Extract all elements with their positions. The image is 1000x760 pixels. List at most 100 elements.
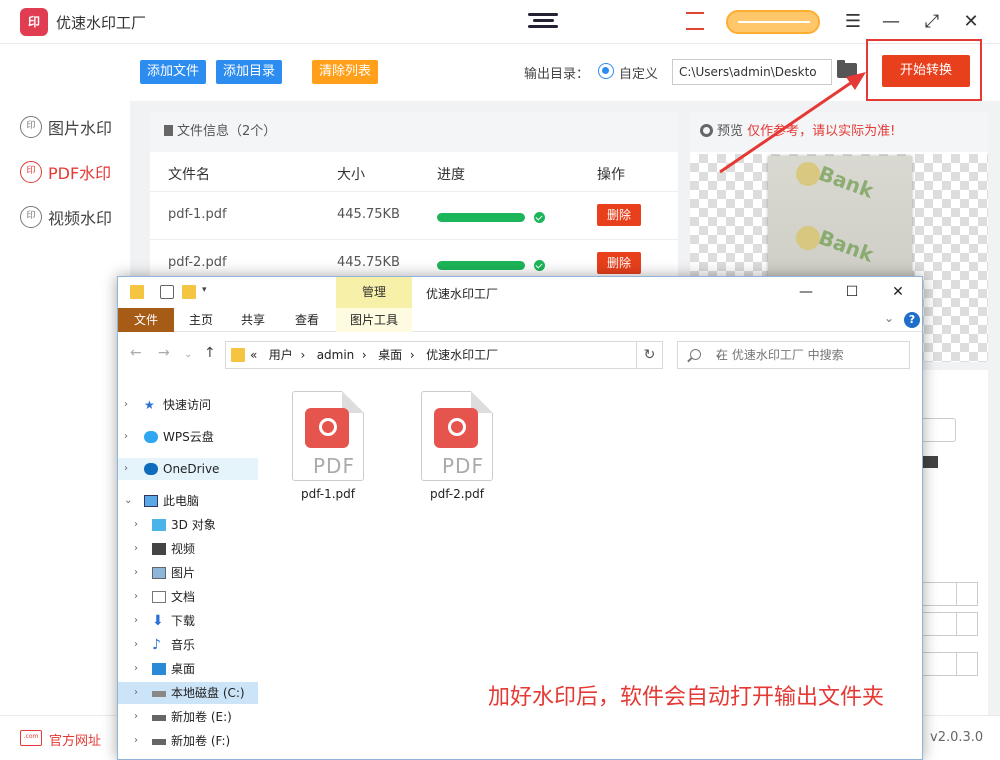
breadcrumb-users[interactable]: 用户 bbox=[269, 348, 293, 362]
nav-item-desktop[interactable]: › 桌面 bbox=[118, 658, 258, 680]
settings-select[interactable] bbox=[920, 418, 956, 442]
recent-chevron-icon[interactable]: ⌄ bbox=[184, 349, 192, 360]
custom-radio-label[interactable]: 自定义 bbox=[619, 63, 658, 82]
document-icon bbox=[164, 125, 173, 136]
drive-icon bbox=[152, 691, 166, 697]
tab-view[interactable]: 查看 bbox=[282, 308, 332, 332]
browse-folder-icon[interactable] bbox=[837, 60, 857, 78]
file-name: pdf-1.pdf bbox=[300, 487, 356, 501]
custom-radio[interactable] bbox=[598, 63, 614, 79]
start-convert-button[interactable]: 开始转换 bbox=[882, 55, 970, 87]
stamp-icon: 印 bbox=[20, 161, 42, 183]
nav-item-pictures[interactable]: › 图片 bbox=[118, 562, 258, 584]
watermark-mark: Bank bbox=[796, 225, 877, 267]
desktop-icon bbox=[152, 663, 166, 675]
navigation-pane: › ★ 快速访问 › WPS云盘 › OneDrive ⌄ 此电脑 › 3D 对象 › 视频 … bbox=[118, 381, 258, 759]
explorer-close-button[interactable]: ✕ bbox=[886, 281, 910, 303]
search-icon bbox=[690, 349, 701, 360]
music-icon: ♪ bbox=[152, 637, 161, 653]
pdf-file-icon: PDF bbox=[421, 391, 493, 481]
stamp-icon: 印 bbox=[20, 116, 42, 138]
search-input[interactable] bbox=[716, 342, 906, 368]
tab-manage[interactable]: 管理 bbox=[336, 277, 412, 308]
nav-item-drive-c[interactable]: › 本地磁盘 (C:) bbox=[118, 682, 258, 704]
add-file-button[interactable]: 添加文件 bbox=[140, 60, 207, 84]
nav-item-music[interactable]: › ♪ 音乐 bbox=[118, 634, 258, 656]
website-icon: .com bbox=[20, 730, 42, 746]
delete-button[interactable]: 删除 bbox=[597, 204, 641, 226]
file-name: pdf-2.pdf bbox=[429, 487, 485, 501]
explorer-minimize-button[interactable]: — bbox=[794, 281, 818, 303]
tab-home[interactable]: 主页 bbox=[176, 308, 226, 332]
output-dir-label: 输出目录： bbox=[524, 67, 590, 82]
chevron-down-icon[interactable]: ▾ bbox=[202, 285, 216, 299]
explorer-address-bar: ← → ⌄ ↑ « 用户 › admin › 桌面 › 优速水印工厂 ⌄ ↻ bbox=[118, 333, 922, 379]
nav-item-documents[interactable]: › 文档 bbox=[118, 586, 258, 608]
tab-share[interactable]: 共享 bbox=[228, 308, 278, 332]
video-icon bbox=[152, 543, 166, 555]
nav-item-this-pc[interactable]: ⌄ 此电脑 bbox=[118, 490, 258, 512]
file-item[interactable]: PDF pdf-2.pdf bbox=[401, 391, 501, 513]
expand-ribbon-icon[interactable]: ⌄ bbox=[884, 311, 894, 325]
breadcrumb-admin[interactable]: admin bbox=[317, 348, 355, 362]
breadcrumb-desktop[interactable]: 桌面 bbox=[378, 348, 402, 362]
file-name-cell: pdf-1.pdf bbox=[168, 207, 227, 222]
preview-warning: 仅作参考，请以实际为准! bbox=[747, 124, 896, 139]
nav-item-drive-e[interactable]: › 新加卷 (E:) bbox=[118, 706, 258, 728]
maximize-button[interactable]: ⤢ bbox=[920, 10, 944, 34]
folder-icon[interactable] bbox=[922, 456, 938, 468]
computer-icon bbox=[144, 495, 158, 507]
version-label: v2.0.3.0 bbox=[930, 730, 984, 745]
nav-item-drive-f[interactable]: › 新加卷 (F:) bbox=[118, 730, 258, 752]
new-folder-icon[interactable] bbox=[182, 285, 196, 299]
file-size-cell: 445.75KB bbox=[337, 207, 400, 222]
forward-arrow-icon[interactable]: → bbox=[158, 345, 170, 361]
sidebar-item-video-watermark[interactable]: 印 视频水印 bbox=[20, 202, 112, 232]
preview-label: 预览 bbox=[717, 124, 744, 139]
address-box[interactable]: « 用户 › admin › 桌面 › 优速水印工厂 ⌄ bbox=[225, 341, 723, 369]
nav-item-videos[interactable]: › 视频 bbox=[118, 538, 258, 560]
breadcrumb-folder[interactable]: 优速水印工厂 bbox=[426, 348, 498, 362]
sidebar-item-label: 视频水印 bbox=[48, 209, 113, 228]
sidebar-item-pdf-watermark[interactable]: 印 PDF水印 bbox=[20, 157, 111, 187]
nav-item-3d-objects[interactable]: › 3D 对象 bbox=[118, 514, 258, 536]
picture-icon bbox=[152, 567, 166, 579]
delete-button[interactable]: 删除 bbox=[597, 252, 641, 274]
add-folder-button[interactable]: 添加目录 bbox=[216, 60, 283, 84]
drive-icon bbox=[152, 739, 166, 745]
nav-item-onedrive[interactable]: › OneDrive bbox=[118, 458, 258, 480]
settings-spinner[interactable] bbox=[920, 652, 978, 676]
drive-icon bbox=[152, 715, 166, 721]
close-button[interactable]: ✕ bbox=[959, 10, 983, 34]
clear-list-button[interactable]: 清除列表 bbox=[312, 60, 379, 84]
minimize-button[interactable]: — bbox=[879, 10, 903, 34]
back-arrow-icon[interactable]: ← bbox=[130, 345, 142, 361]
nav-item-quick-access[interactable]: › ★ 快速访问 bbox=[118, 394, 258, 416]
explorer-search[interactable] bbox=[677, 341, 910, 369]
nav-item-wps-cloud[interactable]: › WPS云盘 bbox=[118, 426, 258, 448]
promo-pill-button[interactable] bbox=[726, 10, 820, 34]
official-website-link[interactable]: 官方网址 bbox=[49, 730, 101, 749]
file-list-area: PDF pdf-1.pdf PDF pdf-2.pdf 加好水印后，软件会自动打… bbox=[258, 381, 922, 759]
refresh-icon[interactable]: ↻ bbox=[637, 341, 663, 369]
up-arrow-icon[interactable]: ↑ bbox=[204, 345, 216, 361]
properties-icon[interactable] bbox=[160, 285, 174, 299]
sidebar-item-image-watermark[interactable]: 印 图片水印 bbox=[20, 112, 112, 142]
tab-picture-tools[interactable]: 图片工具 bbox=[336, 308, 412, 332]
settings-spinner[interactable] bbox=[920, 612, 978, 636]
nav-item-downloads[interactable]: › ⬇ 下载 bbox=[118, 610, 258, 632]
progress-bar bbox=[437, 213, 525, 222]
output-path-input[interactable] bbox=[672, 59, 832, 85]
app-logo: 印 bbox=[20, 8, 48, 36]
file-item[interactable]: PDF pdf-1.pdf bbox=[272, 391, 372, 513]
menu-icon[interactable]: ☰ bbox=[841, 10, 865, 34]
settings-spinner[interactable] bbox=[920, 582, 978, 606]
file-info-title: 文件信息（2个） bbox=[177, 124, 277, 139]
column-header-action: 操作 bbox=[597, 167, 625, 183]
notice-icon[interactable] bbox=[686, 12, 704, 30]
folder-icon bbox=[231, 348, 245, 362]
explorer-maximize-button[interactable]: ☐ bbox=[840, 281, 864, 303]
help-icon[interactable]: ? bbox=[904, 312, 920, 328]
tab-file[interactable]: 文件 bbox=[118, 308, 174, 332]
address-overflow[interactable]: « bbox=[250, 348, 257, 362]
